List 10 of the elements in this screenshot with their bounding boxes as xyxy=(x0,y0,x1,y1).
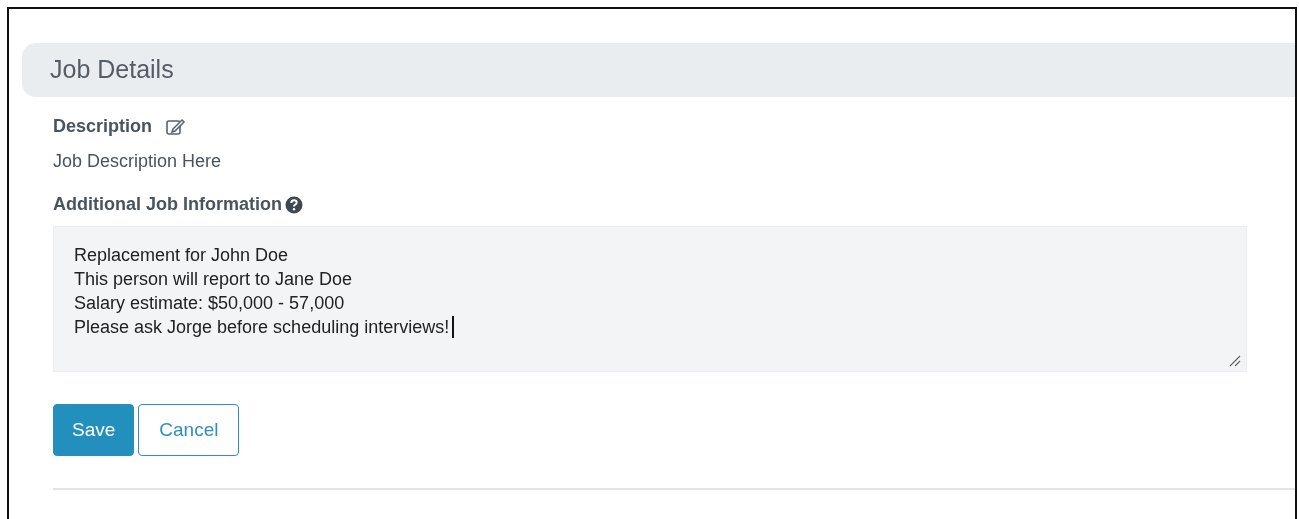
section-title: Job Details xyxy=(50,54,174,86)
field-label: Description xyxy=(53,115,153,138)
text-area[interactable]: Replacement for John Doe This person will report to Jane Doe Salary estimate: $50,000 - 57,000 Please ask Jorge before scheduling interviews! xyxy=(53,226,1247,372)
save-button[interactable]: Save xyxy=(53,404,135,456)
resize-grip-icon[interactable] xyxy=(1229,355,1241,367)
help-icon[interactable] xyxy=(285,195,303,214)
description-text: Job Description Here xyxy=(53,150,223,173)
cancel-button[interactable]: Cancel xyxy=(138,404,240,456)
field-label: Additional Job Information xyxy=(53,193,282,216)
edit-icon[interactable] xyxy=(166,117,187,136)
